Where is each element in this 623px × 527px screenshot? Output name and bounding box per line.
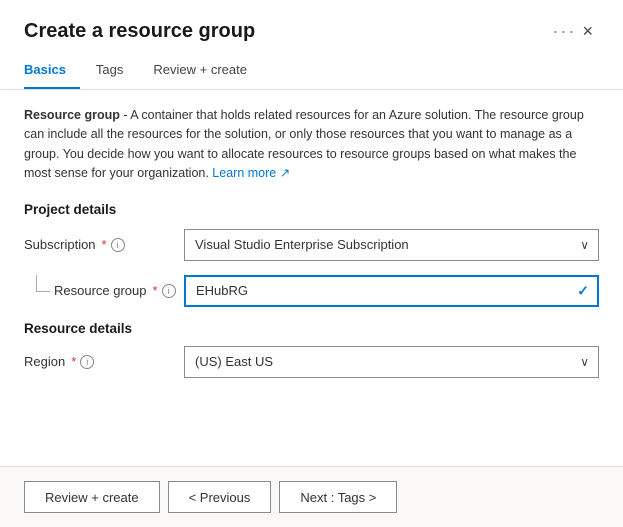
resource-group-check-icon: ✓	[577, 282, 589, 299]
region-select[interactable]: (US) East US	[184, 346, 599, 378]
region-required: *	[71, 354, 76, 369]
create-resource-group-dialog: Create a resource group ··· × Basics Tag…	[0, 0, 623, 527]
region-info-icon[interactable]: i	[80, 355, 94, 369]
description-text: Resource group - A container that holds …	[24, 106, 599, 184]
resource-group-control: ✓	[184, 275, 599, 307]
dialog-body: Resource group - A container that holds …	[0, 90, 623, 466]
region-label: Region * i	[24, 354, 184, 369]
subscription-row: Subscription * i Visual Studio Enterpris…	[24, 229, 599, 261]
region-select-wrapper: (US) East US ∨	[184, 346, 599, 378]
review-create-button[interactable]: Review + create	[24, 481, 160, 513]
resource-group-required: *	[153, 283, 158, 298]
header-dots: ···	[553, 21, 577, 42]
tab-basics[interactable]: Basics	[24, 52, 80, 89]
resource-group-input[interactable]	[184, 275, 599, 307]
subscription-label: Subscription * i	[24, 237, 184, 252]
dialog-title: Create a resource group	[24, 20, 543, 43]
subscription-select[interactable]: Visual Studio Enterprise Subscription	[184, 229, 599, 261]
resource-details-title: Resource details	[24, 321, 599, 336]
resource-group-info-icon[interactable]: i	[162, 284, 176, 298]
subscription-select-wrapper: Visual Studio Enterprise Subscription ∨	[184, 229, 599, 261]
tab-bar: Basics Tags Review + create	[0, 52, 623, 90]
subscription-info-icon[interactable]: i	[111, 238, 125, 252]
learn-more-link[interactable]: Learn more ↗	[212, 166, 290, 180]
tab-tags[interactable]: Tags	[96, 52, 137, 89]
subscription-control: Visual Studio Enterprise Subscription ∨	[184, 229, 599, 261]
resource-group-indent	[24, 275, 54, 307]
resource-group-input-wrapper: ✓	[184, 275, 599, 307]
region-row: Region * i (US) East US ∨	[24, 346, 599, 378]
next-button[interactable]: Next : Tags >	[279, 481, 397, 513]
dialog-footer: Review + create < Previous Next : Tags >	[0, 466, 623, 527]
previous-button[interactable]: < Previous	[168, 481, 272, 513]
project-details-title: Project details	[24, 202, 599, 217]
region-control: (US) East US ∨	[184, 346, 599, 378]
description-bold: Resource group	[24, 108, 120, 122]
subscription-required: *	[102, 237, 107, 252]
resource-group-label: Resource group * i	[54, 283, 184, 298]
close-button[interactable]: ×	[576, 18, 599, 44]
tab-review-create[interactable]: Review + create	[153, 52, 261, 89]
resource-group-row: Resource group * i ✓	[24, 275, 599, 307]
dialog-header: Create a resource group ··· ×	[0, 0, 623, 52]
